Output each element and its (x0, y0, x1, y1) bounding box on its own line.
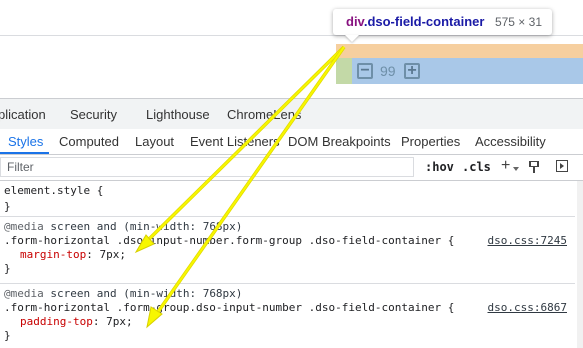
tab-dom-breakpoints[interactable]: DOM Breakpoints (288, 134, 391, 149)
rule-margin-top: @media screen and (min-width: 768px) .fo… (0, 217, 575, 284)
dropdown-arrow-icon[interactable] (513, 167, 519, 171)
property-declaration[interactable]: padding-top: 7px; (20, 315, 133, 328)
rule-padding-top: @media screen and (min-width: 768px) .fo… (0, 284, 575, 348)
cls-button[interactable]: .cls (462, 160, 491, 174)
property-name[interactable]: margin-top (20, 248, 86, 261)
tooltip-element-label: div.dso-field-container (346, 9, 484, 35)
devtools-panel-tabs: plication Security Lighthouse ChromeLens (0, 98, 583, 130)
property-value[interactable]: 7px; (106, 315, 133, 328)
tab-properties[interactable]: Properties (401, 134, 460, 149)
filter-input[interactable]: Filter (0, 157, 414, 177)
tab-styles[interactable]: Styles (8, 134, 43, 149)
property-declaration[interactable]: margin-top: 7px; (20, 248, 126, 261)
toggle-sidebar-icon[interactable] (556, 160, 568, 172)
rule-selector[interactable]: element.style { (4, 184, 103, 197)
property-value[interactable]: 7px; (99, 248, 126, 261)
tab-layout[interactable]: Layout (135, 134, 174, 149)
tab-lighthouse[interactable]: Lighthouse (146, 107, 210, 122)
scrollbar[interactable] (577, 181, 583, 348)
tab-chromelens[interactable]: ChromeLens (227, 107, 301, 122)
tab-security[interactable]: Security (70, 107, 117, 122)
media-query: @media screen and (min-width: 768px) (4, 220, 242, 233)
tooltip-size: 575 × 31 (494, 15, 542, 29)
stepper-value: 99 (380, 63, 396, 79)
rule-selector[interactable]: .form-horizontal .dso-input-number.form-… (4, 234, 454, 247)
tab-computed[interactable]: Computed (59, 134, 119, 149)
media-condition: screen and (min-width: 768px) (43, 287, 243, 300)
filter-bar: Filter :hov .cls + (0, 155, 583, 181)
styles-pane: element.style { } @media screen and (min… (0, 181, 583, 348)
media-condition: screen and (min-width: 768px) (43, 220, 243, 233)
tooltip-class-name: .dso-field-container (363, 14, 485, 29)
new-style-rule-icon[interactable]: + (501, 157, 510, 175)
paint-brush-icon[interactable] (528, 160, 540, 174)
active-tab-indicator (0, 152, 49, 154)
property-name[interactable]: padding-top (20, 315, 93, 328)
stepper-minus-button[interactable]: − (357, 63, 373, 79)
inspect-tooltip: div.dso-field-container 575 × 31 (333, 9, 552, 35)
tab-event-listeners[interactable]: Event Listeners (190, 134, 280, 149)
rule-close-brace: } (4, 262, 11, 275)
media-query: @media screen and (min-width: 768px) (4, 287, 242, 300)
rule-close-brace: } (4, 329, 11, 342)
tab-accessibility[interactable]: Accessibility (475, 134, 546, 149)
hov-button[interactable]: :hov (425, 160, 454, 174)
tab-application[interactable]: plication (0, 107, 46, 122)
source-link[interactable]: dso.css:7245 (488, 234, 567, 247)
stepper-plus-button[interactable]: + (404, 63, 420, 79)
rule-close-brace: } (4, 200, 11, 213)
media-at: @media (4, 287, 44, 300)
margin-highlight (336, 44, 583, 58)
rule-selector[interactable]: .form-horizontal .form-group.dso-input-n… (4, 301, 454, 314)
tooltip-arrow (345, 35, 359, 42)
styles-sidebar-tabs: Styles Computed Layout Event Listeners D… (0, 129, 583, 155)
media-at: @media (4, 220, 44, 233)
divider (0, 35, 583, 36)
tooltip-tag-name: div (346, 14, 364, 29)
rule-element-style: element.style { } (0, 181, 575, 217)
source-link[interactable]: dso.css:6867 (488, 301, 567, 314)
